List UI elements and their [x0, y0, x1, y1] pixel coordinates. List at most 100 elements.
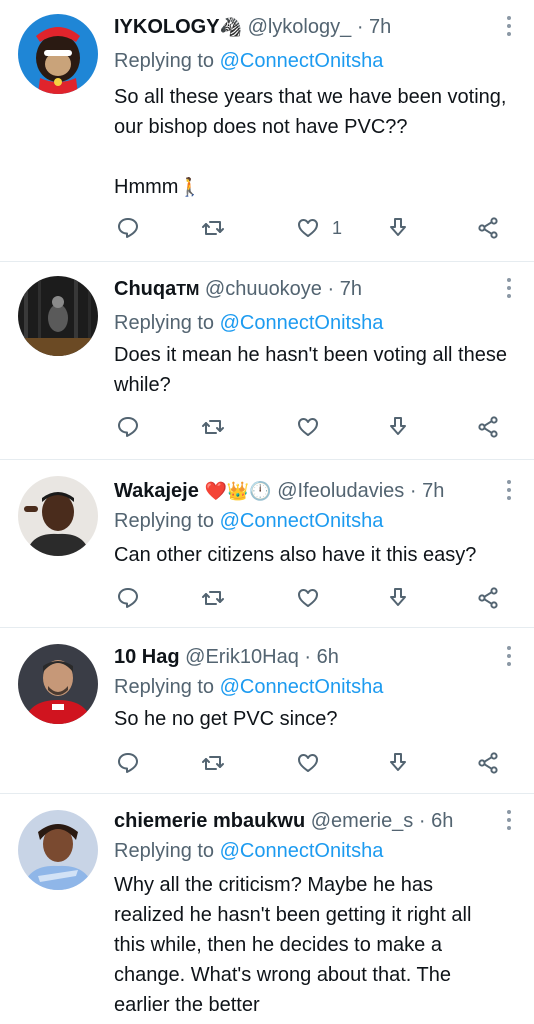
retweet-button[interactable]: [201, 583, 225, 613]
download-button[interactable]: [386, 213, 410, 243]
like-button[interactable]: 1: [296, 213, 342, 243]
like-button[interactable]: [296, 583, 320, 613]
tweet[interactable]: ChuqaTM @chuuokoye · 7h Replying to @Con…: [0, 262, 534, 460]
share-icon: [478, 587, 498, 609]
timestamp[interactable]: 6h: [317, 646, 339, 668]
share-button[interactable]: [476, 412, 500, 442]
retweet-button[interactable]: [201, 213, 225, 243]
handle[interactable]: @emerie_s: [311, 810, 414, 832]
display-name[interactable]: Wakajeje: [114, 480, 199, 502]
handle[interactable]: @Erik10Haq: [185, 646, 299, 668]
download-button[interactable]: [386, 748, 410, 778]
tweet-text: Can other citizens also have it this eas…: [114, 544, 477, 566]
download-icon: [390, 417, 406, 435]
retweet-icon: [202, 756, 224, 770]
reply-button[interactable]: [116, 412, 140, 442]
like-icon: [298, 219, 318, 237]
download-icon: [390, 753, 406, 771]
separator: ·: [356, 16, 364, 38]
retweet-button[interactable]: [201, 412, 225, 442]
tweet[interactable]: IYKOLOGY🦓 @lykology_ · 7h Replying to @C…: [0, 0, 534, 262]
name-emoji: ❤️👑🕛: [204, 481, 272, 502]
tweet[interactable]: 10 Hag @Erik10Haq · 6h Replying to @Conn…: [0, 628, 534, 794]
tweet-text-line: Hmmm🚶: [114, 172, 510, 203]
download-icon: [390, 588, 406, 606]
download-button[interactable]: [386, 583, 410, 613]
handle[interactable]: @lykology_: [248, 16, 352, 38]
tweet[interactable]: Wakajeje ❤️👑🕛 @Ifeoludavies · 7h Replyin…: [0, 460, 534, 628]
timestamp[interactable]: 7h: [340, 278, 362, 300]
mention-link[interactable]: @ConnectOnitsha: [220, 840, 384, 862]
like-count: 1: [332, 217, 343, 238]
handle[interactable]: @Ifeoludavies: [277, 480, 404, 502]
reply-icon: [118, 753, 138, 773]
download-icon: [390, 218, 406, 236]
like-button[interactable]: [296, 748, 320, 778]
tweet-actions: [0, 748, 534, 778]
handle[interactable]: @chuuokoye: [205, 278, 322, 300]
download-button[interactable]: [386, 412, 410, 442]
like-icon: [298, 589, 318, 607]
share-button[interactable]: [476, 213, 500, 243]
replying-to: Replying to @ConnectOnitsha: [114, 836, 383, 866]
replying-to: Replying to @ConnectOnitsha: [114, 46, 383, 76]
share-icon: [478, 752, 498, 774]
like-button[interactable]: [296, 412, 320, 442]
replying-to: Replying to @ConnectOnitsha: [114, 672, 383, 702]
retweet-icon: [202, 420, 224, 434]
tweet-text: Why all the criticism? Maybe he has real…: [114, 874, 472, 1016]
tweet-header: Wakajeje ❤️👑🕛 @Ifeoludavies · 7h: [114, 478, 494, 505]
display-name[interactable]: Chuqa: [114, 278, 176, 300]
tweet-text: Does it mean he hasn't been voting all t…: [114, 344, 507, 396]
avatar[interactable]: [18, 276, 98, 356]
more-icon[interactable]: [506, 278, 512, 300]
avatar[interactable]: [18, 476, 98, 556]
tweet-actions: [0, 412, 534, 442]
more-icon[interactable]: [506, 810, 512, 832]
retweet-button[interactable]: [201, 748, 225, 778]
timestamp[interactable]: 6h: [431, 810, 453, 832]
tweet-text-line: So all these years that we have been vot…: [114, 86, 507, 138]
share-icon: [478, 217, 498, 239]
replying-prefix: Replying to: [114, 840, 215, 862]
separator: ·: [418, 810, 426, 832]
walking-emoji: 🚶: [178, 177, 201, 198]
tweet-actions: [0, 583, 534, 613]
replying-to: Replying to @ConnectOnitsha: [114, 308, 383, 338]
reply-button[interactable]: [116, 213, 140, 243]
more-icon[interactable]: [506, 16, 512, 38]
reply-button[interactable]: [116, 583, 140, 613]
tweet-header: IYKOLOGY🦓 @lykology_ · 7h: [114, 14, 494, 41]
share-button[interactable]: [476, 748, 500, 778]
avatar[interactable]: [18, 810, 98, 890]
timestamp[interactable]: 7h: [369, 16, 391, 38]
tweet-text: So he no get PVC since?: [114, 708, 338, 730]
name-badge: TM: [176, 282, 200, 299]
display-name[interactable]: 10 Hag: [114, 646, 180, 668]
mention-link[interactable]: @ConnectOnitsha: [220, 50, 384, 72]
separator: ·: [409, 480, 417, 502]
avatar[interactable]: [18, 14, 98, 94]
tweet-actions: 1: [0, 213, 534, 243]
mention-link[interactable]: @ConnectOnitsha: [220, 510, 384, 532]
avatar[interactable]: [18, 644, 98, 724]
tweet-header: ChuqaTM @chuuokoye · 7h: [114, 276, 494, 304]
more-icon[interactable]: [506, 646, 512, 668]
replying-prefix: Replying to: [114, 510, 215, 532]
retweet-icon: [202, 591, 224, 605]
replying-prefix: Replying to: [114, 50, 215, 72]
tweet-header: chiemerie mbaukwu @emerie_s · 6h: [114, 808, 494, 834]
more-icon[interactable]: [506, 480, 512, 502]
replying-prefix: Replying to: [114, 676, 215, 698]
reply-button[interactable]: [116, 748, 140, 778]
like-icon: [298, 754, 318, 772]
reply-icon: [118, 588, 138, 608]
separator: ·: [304, 646, 312, 668]
mention-link[interactable]: @ConnectOnitsha: [220, 676, 384, 698]
display-name[interactable]: IYKOLOGY: [114, 16, 220, 38]
mention-link[interactable]: @ConnectOnitsha: [220, 312, 384, 334]
timestamp[interactable]: 7h: [422, 480, 444, 502]
tweet[interactable]: chiemerie mbaukwu @emerie_s · 6h Replyin…: [0, 794, 534, 1024]
display-name[interactable]: chiemerie mbaukwu: [114, 810, 305, 832]
share-button[interactable]: [476, 583, 500, 613]
